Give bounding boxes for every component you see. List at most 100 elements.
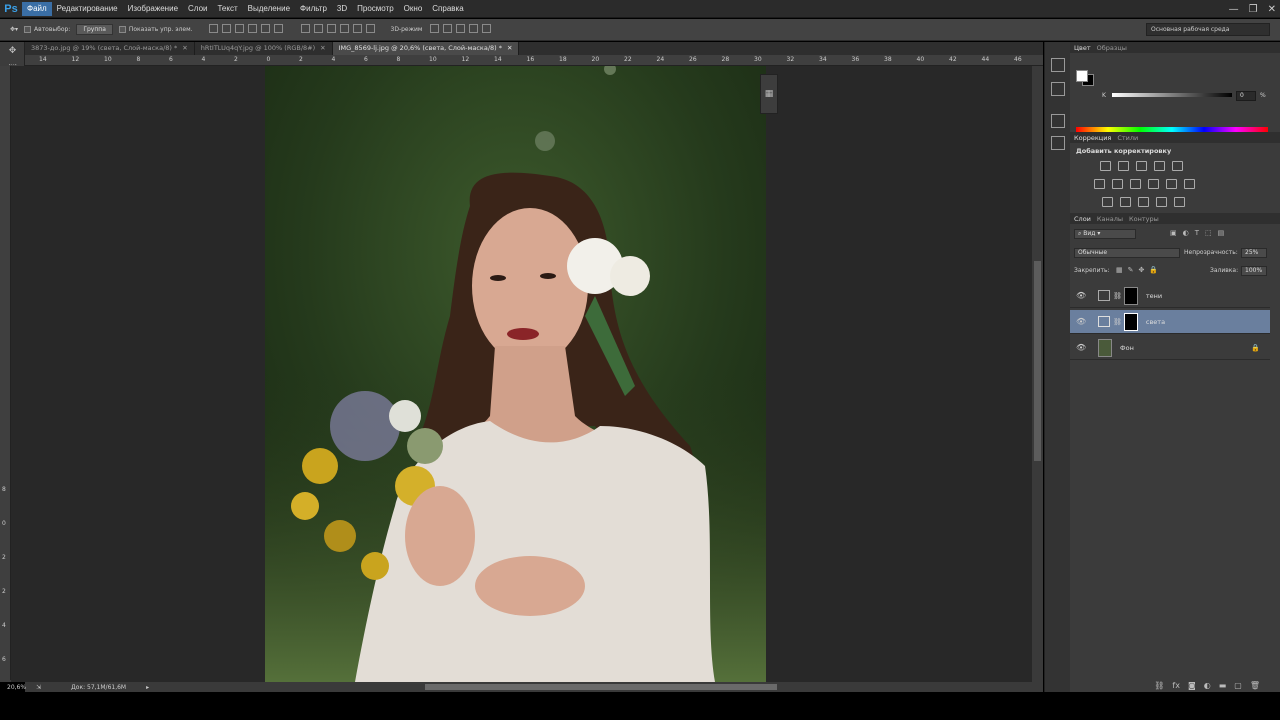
move-tool-icon[interactable]: ✥ bbox=[0, 42, 25, 60]
tab-paths[interactable]: Контуры bbox=[1129, 215, 1159, 223]
layer-mask-thumb[interactable] bbox=[1123, 312, 1138, 331]
minimize-icon[interactable]: — bbox=[1229, 4, 1239, 15]
distribute-left-icon[interactable] bbox=[339, 24, 349, 33]
menu-window[interactable]: Окно bbox=[399, 2, 428, 16]
hue-sat-icon[interactable] bbox=[1094, 179, 1105, 189]
add-mask-icon[interactable]: ◙ bbox=[1188, 681, 1196, 690]
3d-scale-icon[interactable] bbox=[482, 24, 492, 33]
selective-color-icon[interactable] bbox=[1174, 197, 1185, 207]
channel-mixer-icon[interactable] bbox=[1166, 179, 1177, 189]
color-balance-icon[interactable] bbox=[1112, 179, 1123, 189]
bw-icon[interactable] bbox=[1130, 179, 1141, 189]
k-value-input[interactable]: 0 bbox=[1236, 91, 1256, 101]
link-layers-icon[interactable]: ⛓ bbox=[1154, 681, 1164, 690]
menu-select[interactable]: Выделение bbox=[243, 2, 295, 16]
fill-input[interactable]: 100% bbox=[1241, 266, 1267, 276]
align-top-icon[interactable] bbox=[208, 24, 218, 33]
new-adjustment-icon[interactable]: ◐ bbox=[1204, 681, 1211, 690]
3d-rotate-icon[interactable] bbox=[430, 24, 440, 33]
menu-edit[interactable]: Редактирование bbox=[52, 2, 123, 16]
tab-doc-2[interactable]: hRtITLUq4qY.jpg @ 100% (RGB/8#) ✕ bbox=[195, 42, 333, 55]
filter-smart-icon[interactable]: ▤ bbox=[1218, 229, 1225, 237]
layer-row-background[interactable]: 👁 Фон 🔒 bbox=[1070, 336, 1270, 360]
menu-3d[interactable]: 3D bbox=[332, 2, 352, 16]
vertical-scrollbar[interactable] bbox=[1032, 66, 1043, 682]
color-lookup-icon[interactable] bbox=[1184, 179, 1195, 189]
menu-layers[interactable]: Слои bbox=[183, 2, 212, 16]
close-icon[interactable]: ✕ bbox=[1268, 4, 1276, 15]
menu-filter[interactable]: Фильтр bbox=[295, 2, 332, 16]
new-layer-icon[interactable]: ▢ bbox=[1234, 681, 1242, 690]
menu-help[interactable]: Справка bbox=[427, 2, 468, 16]
distribute-right-icon[interactable] bbox=[365, 24, 375, 33]
tab-adjustments[interactable]: Коррекция bbox=[1074, 134, 1111, 142]
tab-doc-3[interactable]: IMG_8569-lj.jpg @ 20,6% (света, Слой-мас… bbox=[332, 42, 520, 55]
blend-mode-dropdown[interactable]: Обычные bbox=[1074, 248, 1180, 258]
close-icon[interactable]: ✕ bbox=[507, 44, 512, 52]
align-hcenter-icon[interactable] bbox=[260, 24, 270, 33]
layer-row-shadows[interactable]: 👁 ⛓ тени bbox=[1070, 284, 1270, 308]
opacity-input[interactable]: 25% bbox=[1241, 248, 1267, 258]
levels-icon[interactable] bbox=[1118, 161, 1129, 171]
vertical-scroll-thumb[interactable] bbox=[1034, 261, 1041, 461]
tab-channels[interactable]: Каналы bbox=[1097, 215, 1123, 223]
menu-text[interactable]: Текст bbox=[212, 2, 242, 16]
close-icon[interactable]: ✕ bbox=[320, 44, 325, 52]
chain-link-icon[interactable]: ⛓ bbox=[1113, 292, 1122, 300]
horizontal-scroll-thumb[interactable] bbox=[425, 684, 777, 690]
exposure-icon[interactable] bbox=[1154, 161, 1165, 171]
tab-layers[interactable]: Слои bbox=[1074, 215, 1091, 223]
layer-thumb[interactable] bbox=[1098, 338, 1112, 357]
document-photo[interactable] bbox=[265, 66, 766, 682]
k-slider[interactable] bbox=[1112, 93, 1232, 97]
filter-shape-icon[interactable]: ⬚ bbox=[1205, 229, 1212, 237]
3d-roll-icon[interactable] bbox=[443, 24, 453, 33]
lock-pixels-icon[interactable]: ▦ bbox=[1116, 266, 1123, 274]
lock-paint-icon[interactable]: ✎ bbox=[1128, 266, 1134, 274]
lock-move-icon[interactable]: ✥ bbox=[1139, 266, 1145, 274]
align-left-icon[interactable] bbox=[247, 24, 257, 33]
history-panel-icon[interactable] bbox=[1050, 58, 1065, 72]
photo-filter-icon[interactable] bbox=[1148, 179, 1159, 189]
menu-image[interactable]: Изображение bbox=[123, 2, 183, 16]
zoom-level[interactable]: 20,6% bbox=[7, 684, 26, 691]
eye-icon[interactable]: 👁 bbox=[1076, 343, 1088, 352]
color-fg-swatch[interactable] bbox=[1076, 70, 1088, 82]
properties-panel-icon[interactable] bbox=[1050, 136, 1065, 150]
curves-icon[interactable] bbox=[1136, 161, 1147, 171]
properties-icon[interactable]: ▦ bbox=[761, 89, 777, 99]
invert-icon[interactable] bbox=[1102, 197, 1113, 207]
distribute-hcenter-icon[interactable] bbox=[352, 24, 362, 33]
folder-icon[interactable]: ▬ bbox=[1219, 681, 1227, 690]
filter-adjust-icon[interactable]: ◐ bbox=[1183, 229, 1189, 237]
eye-icon[interactable]: 👁 bbox=[1076, 317, 1088, 326]
menu-file[interactable]: Файл bbox=[22, 1, 52, 16]
align-bottom-icon[interactable] bbox=[234, 24, 244, 33]
close-icon[interactable]: ✕ bbox=[182, 44, 187, 52]
autoselect-checkbox[interactable]: Автовыбор: bbox=[24, 26, 70, 33]
distribute-bottom-icon[interactable] bbox=[326, 24, 336, 33]
chain-link-icon[interactable]: ⛓ bbox=[1113, 318, 1122, 326]
filter-pixel-icon[interactable]: ▣ bbox=[1170, 229, 1177, 237]
eye-icon[interactable]: 👁 bbox=[1076, 291, 1088, 300]
lock-icon[interactable]: 🔒 bbox=[1251, 344, 1260, 352]
autoselect-dropdown[interactable]: Группа bbox=[76, 24, 113, 35]
fx-icon[interactable]: fx bbox=[1172, 681, 1180, 690]
tab-doc-1[interactable]: 3873-до.jpg @ 19% (света, Слой-маска/8) … bbox=[25, 42, 195, 55]
filter-type-icon[interactable]: T bbox=[1195, 229, 1199, 237]
distribute-vcenter-icon[interactable] bbox=[313, 24, 323, 33]
canvas-area[interactable]: ▦ bbox=[11, 66, 1032, 682]
posterize-icon[interactable] bbox=[1120, 197, 1131, 207]
workspace-dropdown[interactable]: Основная рабочая среда bbox=[1146, 23, 1270, 36]
brush-panel-icon[interactable] bbox=[1050, 114, 1065, 128]
layer-mask-thumb[interactable] bbox=[1123, 286, 1138, 305]
3d-pan-icon[interactable] bbox=[456, 24, 466, 33]
maximize-icon[interactable]: ❐ bbox=[1249, 4, 1258, 15]
distribute-top-icon[interactable] bbox=[300, 24, 310, 33]
layer-row-highlights[interactable]: 👁 ⛓ света bbox=[1070, 310, 1270, 334]
trash-icon[interactable]: 🗑 bbox=[1250, 681, 1260, 690]
threshold-icon[interactable] bbox=[1138, 197, 1149, 207]
menu-view[interactable]: Просмотр bbox=[352, 2, 399, 16]
export-icon[interactable]: ⇲ bbox=[36, 684, 41, 691]
actions-panel-icon[interactable] bbox=[1050, 82, 1065, 96]
